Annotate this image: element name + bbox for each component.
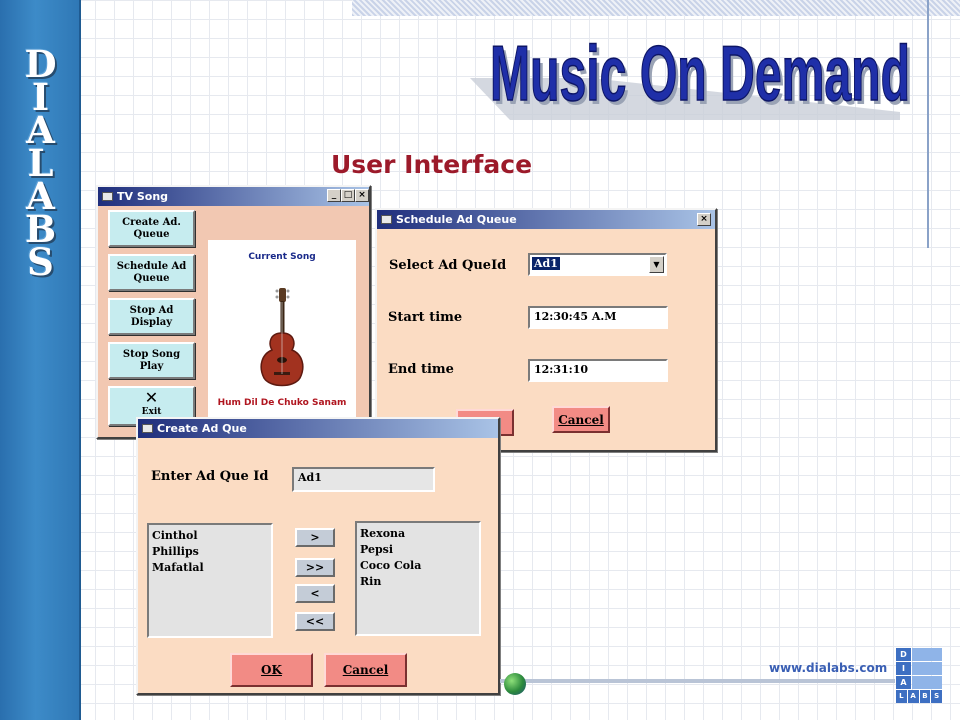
create-title: Create Ad Que bbox=[157, 422, 247, 435]
close-icon: ✕ bbox=[144, 388, 159, 407]
guitar-icon bbox=[260, 288, 304, 387]
window-icon bbox=[142, 424, 153, 433]
create-ad-queue-button[interactable]: Create Ad. Queue bbox=[108, 210, 195, 247]
move-all-right-button[interactable]: >> bbox=[295, 558, 335, 577]
create-ok-button[interactable]: OK bbox=[230, 653, 313, 687]
select-ad-queid-label: Select Ad QueId bbox=[389, 258, 507, 273]
logo-bottom: L A B S bbox=[896, 690, 942, 703]
top-pattern-strip bbox=[352, 0, 960, 16]
tv-song-title: TV Song bbox=[117, 190, 169, 203]
ad-que-id-input[interactable]: Ad1 bbox=[292, 467, 435, 492]
footer-url[interactable]: www.dialabs.com bbox=[769, 661, 887, 675]
current-song-label: Current Song bbox=[248, 252, 316, 262]
song-name: Hum Dil De Chuko Sanam bbox=[217, 398, 347, 408]
logo-tile: A bbox=[907, 690, 919, 703]
selected-ads-list[interactable]: Rexona Pepsi Coco Cola Rin bbox=[355, 521, 481, 636]
logo-tile: A bbox=[896, 676, 911, 689]
logo-tile: S bbox=[931, 690, 942, 703]
ad-queue-select[interactable]: Ad1 ▼ bbox=[528, 253, 667, 276]
create-titlebar: Create Ad Que bbox=[138, 419, 498, 438]
dialabs-logo: D I A L A B S bbox=[896, 648, 943, 704]
logo-tile: D bbox=[896, 648, 911, 661]
move-all-left-button[interactable]: << bbox=[295, 612, 335, 631]
logo-tile: L bbox=[896, 690, 907, 703]
cancel-label: Cancel bbox=[558, 412, 604, 427]
schedule-ad-queue-button[interactable]: Schedule Ad Queue bbox=[108, 254, 195, 291]
logo-tile: I bbox=[896, 662, 911, 675]
logo-bar bbox=[912, 662, 942, 675]
close-button[interactable]: × bbox=[355, 189, 369, 202]
list-item[interactable]: Phillips bbox=[152, 544, 268, 560]
stop-song-play-button[interactable]: Stop Song Play bbox=[108, 342, 195, 379]
start-time-label: Start time bbox=[388, 310, 463, 325]
list-item[interactable]: Cinthol bbox=[152, 528, 268, 544]
list-item[interactable]: Pepsi bbox=[360, 542, 476, 558]
list-item[interactable]: Rexona bbox=[360, 526, 476, 542]
stop-ad-display-button[interactable]: Stop Ad Display bbox=[108, 298, 195, 335]
brand-sidebar: D I A L A B S bbox=[0, 0, 81, 720]
title-text: Music On Demand bbox=[490, 34, 910, 117]
ok-label: OK bbox=[261, 663, 282, 677]
current-song-panel: Current Song Hum Dil De Chuko Sanam bbox=[208, 240, 356, 420]
page-subtitle: User Interface bbox=[331, 150, 533, 179]
window-icon bbox=[102, 192, 113, 201]
schedule-title: Schedule Ad Queue bbox=[396, 213, 517, 226]
schedule-cancel-button[interactable]: Cancel bbox=[552, 406, 610, 433]
brand-letters: D I A L A B S bbox=[0, 46, 81, 284]
move-right-button[interactable]: > bbox=[295, 528, 335, 547]
schedule-ad-queue-window: Schedule Ad Queue × Select Ad QueId Ad1 … bbox=[375, 208, 717, 452]
logo-bar bbox=[912, 648, 942, 661]
list-item[interactable]: Coco Cola bbox=[360, 558, 476, 574]
end-time-input[interactable]: 12:31:10 bbox=[528, 359, 668, 382]
maximize-button[interactable]: □ bbox=[341, 189, 355, 202]
logo-bar bbox=[912, 676, 942, 689]
end-time-label: End time bbox=[388, 362, 454, 377]
globe-icon bbox=[504, 673, 526, 695]
minimize-button[interactable]: _ bbox=[327, 189, 341, 202]
select-value: Ad1 bbox=[532, 257, 560, 270]
footer-line bbox=[500, 679, 895, 683]
page-title: Music On Demand Music On Demand bbox=[470, 34, 913, 120]
schedule-titlebar: Schedule Ad Queue bbox=[377, 210, 715, 229]
close-button[interactable]: × bbox=[697, 213, 711, 226]
logo-tile: B bbox=[919, 690, 931, 703]
start-time-input[interactable]: 12:30:45 A.M bbox=[528, 306, 668, 329]
vertical-divider bbox=[927, 0, 929, 248]
available-ads-list[interactable]: Cinthol Phillips Mafatlal bbox=[147, 523, 273, 638]
chevron-down-icon[interactable]: ▼ bbox=[649, 256, 664, 273]
create-ad-que-window: Create Ad Que Enter Ad Que Id Ad1 Cintho… bbox=[136, 417, 500, 695]
create-cancel-button[interactable]: Cancel bbox=[324, 653, 407, 687]
window-icon bbox=[381, 215, 392, 224]
cancel-label: Cancel bbox=[342, 663, 389, 677]
enter-ad-que-id-label: Enter Ad Que Id bbox=[151, 469, 269, 484]
list-item[interactable]: Rin bbox=[360, 574, 476, 590]
list-item[interactable]: Mafatlal bbox=[152, 560, 268, 576]
brand-letter: S bbox=[27, 240, 54, 284]
move-left-button[interactable]: < bbox=[295, 584, 335, 603]
tv-song-window: TV Song _ □ × Create Ad. Queue Schedule … bbox=[96, 185, 371, 439]
